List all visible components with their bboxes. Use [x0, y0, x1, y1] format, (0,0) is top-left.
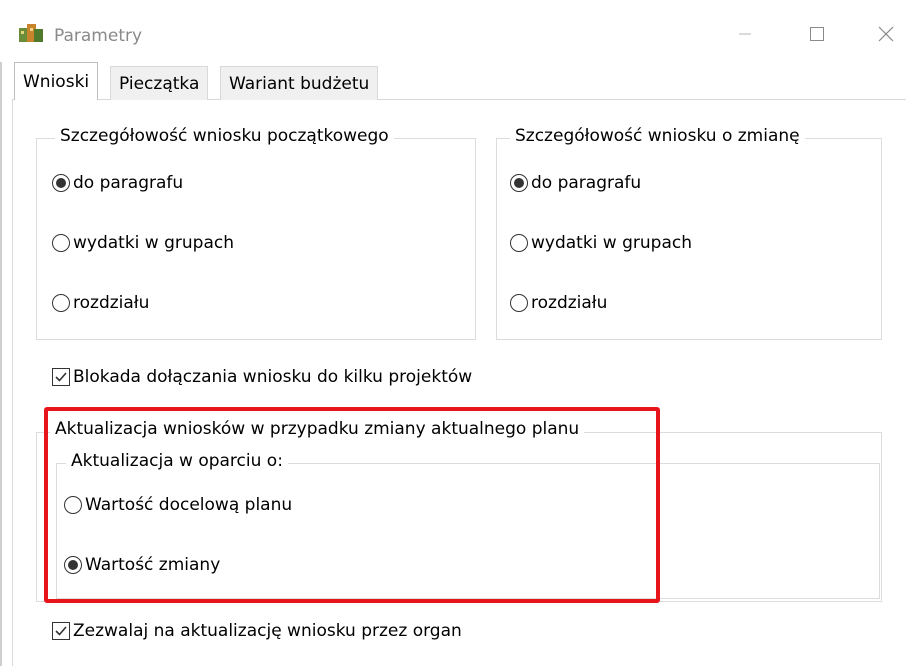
window-title: Parametry [54, 26, 143, 46]
update-legend: Aktualizacja wniosków w przypadku zmiany… [50, 419, 585, 439]
checkbox-label: Blokada dołączania wniosku do kilku proj… [73, 367, 473, 387]
option-label: rozdziału [531, 293, 608, 313]
close-button[interactable] [866, 14, 906, 54]
initial-option-paragraph[interactable]: do paragrafu [52, 173, 183, 193]
update-option-target-value[interactable]: Wartość docelową planu [64, 495, 292, 515]
radio-selected-icon[interactable] [510, 174, 528, 192]
initial-option-chapter[interactable]: rozdziału [52, 293, 149, 313]
update-option-change-value[interactable]: Wartość zmiany [64, 555, 220, 575]
radio-selected-icon[interactable] [52, 174, 70, 192]
change-detail-legend: Szczegółowość wniosku o zmianę [510, 126, 805, 146]
option-label: do paragrafu [531, 173, 642, 193]
option-label: rozdziału [73, 293, 150, 313]
tab-pieczatka[interactable]: Pieczątka [110, 66, 209, 100]
option-label: Wartość docelową planu [85, 495, 293, 515]
change-option-chapter[interactable]: rozdziału [510, 293, 607, 313]
tab-wariant-budzetu[interactable]: Wariant budżetu [220, 66, 379, 100]
radio-icon[interactable] [52, 234, 70, 252]
allow-organ-update-checkbox[interactable]: Zezwalaj na aktualizację wniosku przez o… [52, 621, 462, 641]
update-basis-legend: Aktualizacja w oparciu o: [66, 451, 288, 471]
option-label: do paragrafu [73, 173, 184, 193]
tab-label: Pieczątka [119, 73, 200, 94]
checkbox-checked-icon[interactable] [52, 368, 70, 386]
radio-icon[interactable] [510, 294, 528, 312]
tab-label: Wnioski [23, 71, 90, 92]
option-label: wydatki w grupach [73, 233, 235, 253]
maximize-icon [810, 27, 824, 41]
radio-icon[interactable] [510, 234, 528, 252]
checkbox-checked-icon[interactable] [52, 622, 70, 640]
radio-selected-icon[interactable] [64, 556, 82, 574]
tab-wnioski[interactable]: Wnioski [14, 62, 99, 100]
minimize-icon [739, 33, 751, 35]
close-icon [878, 26, 894, 42]
update-basis-group [56, 463, 880, 599]
option-label: Wartość zmiany [85, 555, 221, 575]
window-frame-edge [0, 62, 2, 666]
maximize-button[interactable] [794, 14, 840, 54]
change-option-paragraph[interactable]: do paragrafu [510, 173, 641, 193]
minimize-button[interactable] [722, 14, 768, 54]
checkbox-label: Zezwalaj na aktualizację wniosku przez o… [73, 621, 462, 641]
radio-icon[interactable] [64, 496, 82, 514]
app-icon [18, 22, 44, 44]
tab-label: Wariant budżetu [229, 73, 370, 94]
change-option-groups[interactable]: wydatki w grupach [510, 233, 692, 253]
block-multiple-projects-checkbox[interactable]: Blokada dołączania wniosku do kilku proj… [52, 367, 472, 387]
radio-icon[interactable] [52, 294, 70, 312]
option-label: wydatki w grupach [531, 233, 693, 253]
initial-option-groups[interactable]: wydatki w grupach [52, 233, 234, 253]
initial-detail-legend: Szczegółowość wniosku początkowego [55, 126, 394, 146]
